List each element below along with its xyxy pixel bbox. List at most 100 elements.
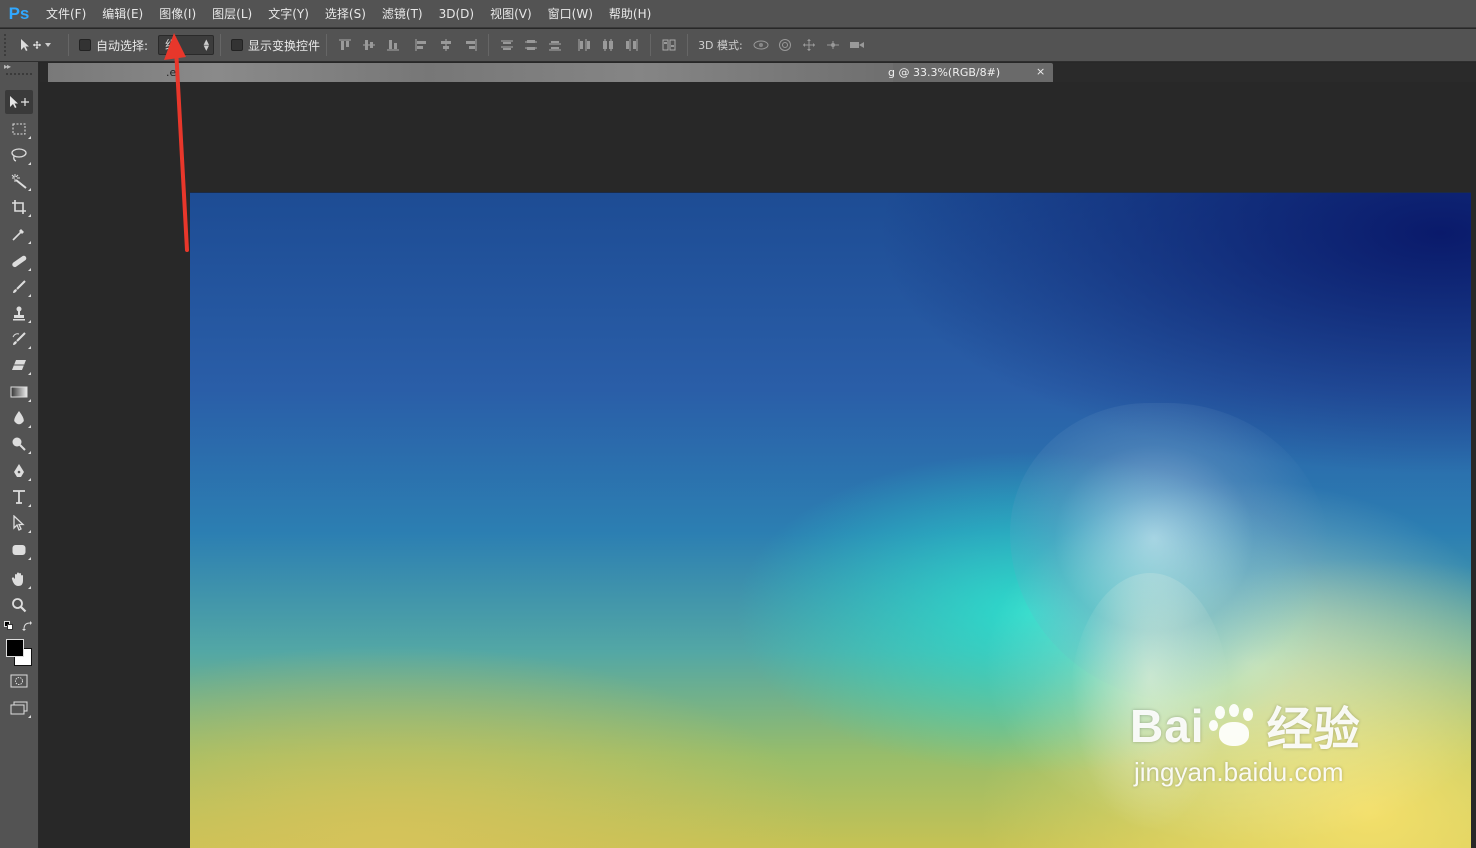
- close-icon[interactable]: ×: [1036, 65, 1045, 78]
- align-top-button[interactable]: [334, 34, 356, 56]
- move-tool-icon: [21, 39, 41, 51]
- gradient-icon: [10, 386, 28, 398]
- document-workspace[interactable]: Bai 经验 jingyan.baidu.com: [40, 82, 1476, 848]
- 3d-roll-button[interactable]: [774, 34, 796, 56]
- auto-select-label: 自动选择:: [96, 38, 149, 53]
- tool-flyout-indicator: [28, 586, 31, 589]
- distribute-top-button[interactable]: [496, 34, 518, 56]
- auto-select-toggle[interactable]: 自动选择:: [79, 37, 148, 54]
- 3d-slide-icon: [826, 41, 839, 49]
- tool-flyout-indicator: [28, 320, 31, 323]
- menu-window[interactable]: 窗口(W): [540, 0, 601, 28]
- panel-grip[interactable]: [6, 73, 32, 79]
- shape-tool[interactable]: [5, 538, 33, 562]
- separator: [220, 34, 222, 56]
- show-transform-toggle[interactable]: 显示变换控件: [231, 37, 320, 54]
- tool-flyout-indicator: [28, 241, 31, 244]
- quick-mask-button[interactable]: [5, 669, 33, 693]
- 3d-scale-button[interactable]: [846, 34, 868, 56]
- menu-view[interactable]: 视图(V): [482, 0, 540, 28]
- zoom-tool[interactable]: [5, 593, 33, 617]
- distribute-left-button[interactable]: [573, 34, 595, 56]
- brush-tool[interactable]: [5, 275, 33, 299]
- 3d-rotate-button[interactable]: [750, 34, 772, 56]
- panel-collapse-icon[interactable]: ▸▸: [0, 62, 38, 72]
- eraser-icon: [12, 360, 26, 370]
- distribute-vcenter-button[interactable]: [520, 34, 542, 56]
- menu-type[interactable]: 文字(Y): [260, 0, 317, 28]
- image-canvas[interactable]: Bai 经验 jingyan.baidu.com: [190, 192, 1471, 848]
- clone-stamp-tool[interactable]: [5, 301, 33, 325]
- type-tool[interactable]: [5, 485, 33, 509]
- move-tool-icon: [10, 96, 29, 108]
- path-select-tool[interactable]: [5, 511, 33, 535]
- tool-flyout-indicator: [28, 504, 31, 507]
- show-transform-label: 显示变换控件: [248, 38, 321, 53]
- watermark-brand-left: Bai: [1130, 700, 1205, 752]
- pen-tool[interactable]: [5, 459, 33, 483]
- tool-flyout-indicator: [28, 268, 31, 271]
- align-left-button[interactable]: [411, 34, 433, 56]
- tool-flyout-indicator: [28, 214, 31, 217]
- healing-brush-tool[interactable]: [5, 249, 33, 273]
- lasso-tool[interactable]: [5, 143, 33, 167]
- tool-flyout-indicator: [28, 478, 31, 481]
- options-bar: 自动选择: 组 ▲▼ 显示变换控件 3D 模式:: [0, 29, 1476, 62]
- 3d-camera-icon: [849, 42, 864, 48]
- auto-align-layers-button[interactable]: [658, 34, 680, 56]
- tool-preset-picker[interactable]: [18, 37, 62, 53]
- pen-icon: [14, 464, 24, 477]
- distribute-bottom-button[interactable]: [544, 34, 566, 56]
- align-bottom-icon: [387, 40, 400, 51]
- align-right-button[interactable]: [459, 34, 481, 56]
- dodge-tool[interactable]: [5, 432, 33, 456]
- tool-flyout-indicator: [28, 557, 31, 560]
- gradient-tool[interactable]: [5, 380, 33, 404]
- distribute-hcenter-button[interactable]: [597, 34, 619, 56]
- distribute-bottom-icon: [549, 41, 562, 51]
- menu-filter[interactable]: 滤镜(T): [374, 0, 431, 28]
- bandage-icon: [12, 255, 27, 268]
- eraser-tool[interactable]: [5, 353, 33, 377]
- move-tool[interactable]: [5, 90, 33, 114]
- auto-select-checkbox[interactable]: [79, 39, 91, 51]
- crop-tool[interactable]: [5, 195, 33, 219]
- hand-tool[interactable]: [5, 567, 33, 591]
- distribute-right-button[interactable]: [621, 34, 643, 56]
- menu-3d[interactable]: 3D(D): [431, 0, 482, 28]
- brush-icon: [13, 280, 26, 293]
- watermark-brand: Bai 经验: [1130, 693, 1361, 759]
- align-right-icon: [466, 39, 477, 51]
- menu-layer[interactable]: 图层(L): [204, 0, 260, 28]
- paw-icon: [1208, 704, 1263, 748]
- rect-marquee-tool[interactable]: [5, 117, 33, 141]
- tool-flyout-indicator: [28, 530, 31, 533]
- align-hcenter-button[interactable]: [435, 34, 457, 56]
- options-bar-grip[interactable]: [4, 34, 12, 56]
- 3d-roll-icon: [778, 39, 791, 51]
- magic-wand-tool[interactable]: [5, 169, 33, 193]
- menu-select[interactable]: 选择(S): [317, 0, 374, 28]
- history-brush-tool[interactable]: [5, 327, 33, 351]
- eyedropper-tool[interactable]: [5, 222, 33, 246]
- rect-marquee-icon: [12, 123, 26, 135]
- align-vcenter-button[interactable]: [358, 34, 380, 56]
- align-bottom-button[interactable]: [382, 34, 404, 56]
- menu-image[interactable]: 图像(I): [151, 0, 204, 28]
- screen-mode-button[interactable]: [5, 696, 33, 720]
- crop-icon: [12, 200, 26, 214]
- swap-colors-icon[interactable]: [22, 621, 32, 631]
- blur-tool[interactable]: [5, 406, 33, 430]
- menu-file[interactable]: 文件(F): [38, 0, 94, 28]
- tool-flyout-indicator: [28, 346, 31, 349]
- 3d-slide-button[interactable]: [822, 34, 844, 56]
- dodge-icon: [12, 437, 26, 451]
- separator: [488, 34, 490, 56]
- distribute-left-icon: [578, 39, 591, 51]
- foreground-color-swatch[interactable]: [6, 639, 24, 657]
- show-transform-checkbox[interactable]: [231, 39, 244, 51]
- default-colors-icon[interactable]: [4, 621, 14, 631]
- 3d-pan-button[interactable]: [798, 34, 820, 56]
- menu-help[interactable]: 帮助(H): [601, 0, 659, 28]
- menu-edit[interactable]: 编辑(E): [94, 0, 151, 28]
